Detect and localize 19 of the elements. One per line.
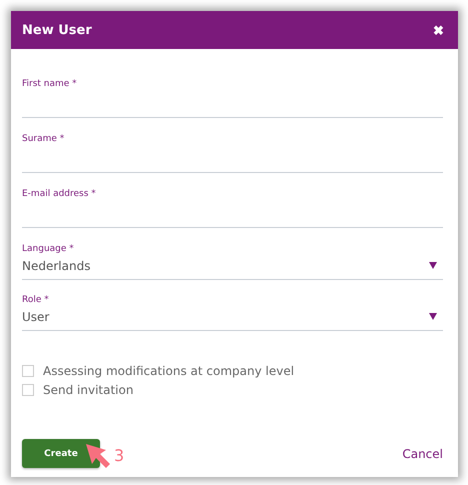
field-label: Surame * [22,133,66,145]
checkbox[interactable] [22,365,34,377]
annotation-number: 3 [114,446,124,465]
cancel-link[interactable]: Cancel [402,446,443,460]
field-label: Language * [22,243,75,255]
dropdown-field[interactable]: Nederlands [22,255,443,280]
checkbox[interactable] [22,384,34,396]
caret-icon [429,262,437,269]
caret-icon [429,313,437,320]
close-button[interactable]: ✖ [433,22,444,38]
checkbox-label: Assessing modifications at company level [43,364,294,378]
field-label: E-mail address * [22,188,97,200]
dialog-title: New User [22,22,92,38]
dropdown-field[interactable]: User [22,306,443,331]
pointer-arrow-icon [86,444,112,468]
field-label: First name * [22,78,78,90]
field-label: Role * [22,294,50,306]
create-button[interactable]: Create [22,439,100,468]
checkbox-label: Send invitation [43,383,134,397]
